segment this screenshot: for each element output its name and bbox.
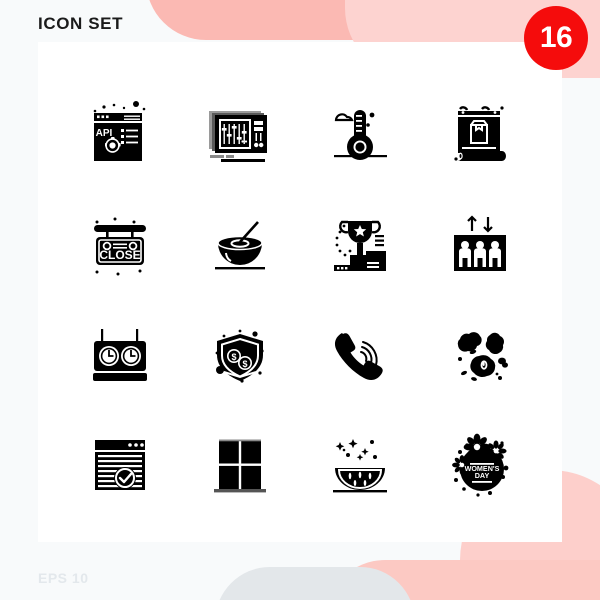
count-badge: 16: [524, 6, 588, 70]
eps-label: EPS 10: [38, 570, 89, 586]
icon-cell-verified-webpage[interactable]: [60, 410, 180, 520]
icon-cell-womens-day-badge[interactable]: WOMEN'S DAY: [420, 410, 540, 520]
icon-cell-thermometer-weather[interactable]: [300, 80, 420, 190]
icon-cell-delivery-document[interactable]: [420, 80, 540, 190]
deco-shape-pink-bottom: [325, 560, 600, 600]
icon-cell-money-shield[interactable]: $ $: [180, 300, 300, 410]
svg-text:$: $: [231, 352, 236, 362]
deco-shape-gray-bottom: [215, 567, 415, 600]
svg-text:$: $: [242, 359, 247, 369]
icon-cell-api-settings[interactable]: API: [60, 80, 180, 190]
icon-cell-audio-mixer[interactable]: [180, 80, 300, 190]
icon-cell-ringing-phone[interactable]: [300, 300, 420, 410]
icon-cell-coconut-drink[interactable]: [180, 190, 300, 300]
icon-cell-double-clock[interactable]: [60, 300, 180, 410]
svg-text:DAY: DAY: [475, 471, 490, 480]
page-title: ICON SET: [38, 14, 124, 33]
icon-cell-smoke-clouds[interactable]: [420, 300, 540, 410]
icon-cell-elevator-people[interactable]: [420, 190, 540, 300]
icon-cell-watermelon-slice[interactable]: [300, 410, 420, 520]
deco-shape-pink-top: [146, 0, 576, 40]
svg-text:CLOSE: CLOSE: [99, 248, 140, 262]
icon-cell-close-sign[interactable]: CLOSE: [60, 190, 180, 300]
svg-text:API: API: [96, 128, 113, 139]
icon-cell-trophy-podium[interactable]: [300, 190, 420, 300]
icon-cell-window-panes[interactable]: [180, 410, 300, 520]
icon-grid: API CLOSE $ $ WOMEN'S DAY: [60, 80, 540, 520]
icon-set-page: ICON SET 16 EPS 10 API CLOSE $ $ WOMEN'S…: [0, 0, 600, 600]
